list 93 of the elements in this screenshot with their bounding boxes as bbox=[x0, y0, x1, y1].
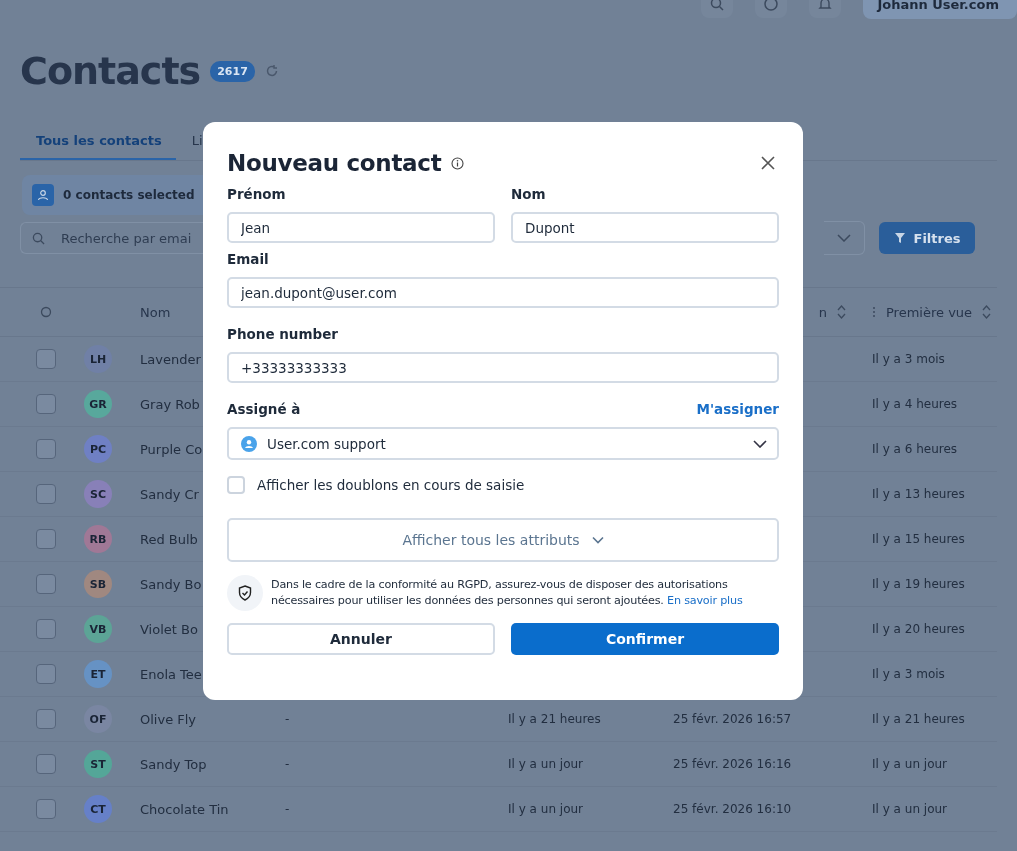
chevron-icon bbox=[753, 439, 767, 448]
field-label: Prénom bbox=[227, 186, 287, 204]
row-checkbox[interactable] bbox=[36, 664, 56, 684]
page-title: Contacts bbox=[20, 49, 201, 93]
table-cell: Violet Bo bbox=[140, 621, 198, 637]
table-cell: Il y a un jour bbox=[872, 802, 947, 816]
table-cell: Il y a un jour bbox=[508, 757, 583, 771]
avatar: PC bbox=[84, 435, 112, 463]
table-cell: Il y a 6 heures bbox=[872, 442, 958, 456]
table-cell: Sandy Bo bbox=[140, 576, 202, 592]
gdpr-notice: Dans le cadre de la conformité au RGPD, assurez-vous de disposer des autorisations nécessaires pour utiliser les données des personnes qui seront ajoutées. En savoir plus bbox=[271, 577, 744, 609]
dropdown[interactable] bbox=[824, 221, 865, 255]
shield-icon bbox=[227, 575, 263, 611]
table-cell: Gray Rob bbox=[140, 396, 200, 412]
row-checkbox[interactable] bbox=[36, 574, 56, 594]
row-checkbox[interactable] bbox=[36, 754, 56, 774]
table-cell: Red Bulb bbox=[140, 531, 198, 547]
avatar: LH bbox=[84, 345, 112, 373]
table-cell: Il y a 21 heures bbox=[508, 712, 601, 726]
info-icon[interactable] bbox=[451, 156, 465, 170]
selection-count: 0 contacts selected bbox=[63, 188, 195, 202]
table-cell: Purple Co bbox=[140, 441, 203, 457]
avatar: RB bbox=[84, 525, 112, 553]
field-label: Phone number bbox=[227, 326, 339, 344]
table-cell: 25 févr. 2026 16:10 bbox=[673, 802, 792, 816]
confirm-button[interactable]: Confirmer bbox=[511, 623, 779, 655]
close-icon[interactable] bbox=[761, 156, 775, 170]
table-cell: - bbox=[285, 712, 290, 726]
table-cell: Il y a 15 heures bbox=[872, 532, 965, 546]
table-cell: Il y a 20 heures bbox=[872, 622, 965, 636]
row-checkbox[interactable] bbox=[36, 799, 56, 819]
row-checkbox[interactable] bbox=[36, 619, 56, 639]
row-checkbox[interactable] bbox=[36, 529, 56, 549]
count-badge: 2617 bbox=[210, 60, 255, 82]
last-name-field[interactable]: Dupont bbox=[511, 212, 779, 243]
first-name-field[interactable]: Jean bbox=[227, 212, 495, 243]
search-icon bbox=[32, 232, 45, 245]
row-checkbox[interactable] bbox=[36, 439, 56, 459]
assignee-select[interactable]: User.com support bbox=[227, 427, 779, 460]
learn-more-link[interactable]: En savoir plus bbox=[667, 594, 743, 607]
avatar: OF bbox=[84, 705, 112, 733]
table-cell: 25 févr. 2026 16:16 bbox=[673, 757, 792, 771]
user-icon bbox=[241, 435, 257, 452]
table-cell: Chocolate Tin bbox=[140, 801, 229, 817]
cancel-button[interactable]: Annuler bbox=[227, 623, 495, 655]
table-cell: Il y a 13 heures bbox=[872, 487, 965, 501]
avatar: SC bbox=[84, 480, 112, 508]
refresh-icon[interactable] bbox=[264, 64, 279, 78]
filter-icon bbox=[893, 232, 906, 244]
drag-handle-icon bbox=[872, 306, 876, 318]
chevron-icon bbox=[591, 536, 604, 544]
avatar: ET bbox=[84, 660, 112, 688]
assign-me-link[interactable]: M'assigner bbox=[696, 401, 779, 417]
avatar: VB bbox=[84, 615, 112, 643]
row-checkbox[interactable] bbox=[36, 394, 56, 414]
chevron-icon bbox=[837, 234, 851, 242]
column-header[interactable]: n bbox=[818, 304, 872, 320]
sort-icon bbox=[837, 305, 846, 319]
column-header[interactable]: Première vue bbox=[872, 304, 997, 320]
checkbox-label: Afficher les doublons en cours de saisie bbox=[257, 477, 525, 493]
show-attributes-button[interactable]: Afficher tous les attributs bbox=[227, 518, 779, 562]
avatar: GR bbox=[84, 390, 112, 418]
table-cell: Il y a un jour bbox=[872, 757, 947, 771]
user-icon bbox=[32, 184, 54, 206]
field-label: Assigné à bbox=[227, 401, 301, 419]
table-cell: Sandy Top bbox=[140, 756, 207, 772]
row-checkbox[interactable] bbox=[36, 349, 56, 369]
phone-field[interactable]: +33333333333 bbox=[227, 352, 779, 383]
avatar: SB bbox=[84, 570, 112, 598]
avatar: CT bbox=[84, 795, 112, 823]
table-cell: Il y a 4 heures bbox=[872, 397, 958, 411]
dialog-title: Nouveau contact bbox=[227, 150, 442, 176]
table-cell: Il y a 3 mois bbox=[872, 667, 945, 681]
field-label: Email bbox=[227, 251, 270, 269]
table-cell: Il y a 3 mois bbox=[872, 352, 945, 366]
filter-button[interactable]: Filtres bbox=[879, 222, 975, 254]
sort-icon bbox=[982, 305, 992, 319]
table-cell: 25 févr. 2026 16:57 bbox=[673, 712, 792, 726]
table-cell: Il y a un jour bbox=[508, 802, 583, 816]
table-cell: Lavender bbox=[140, 351, 201, 367]
table-cell: - bbox=[285, 802, 290, 816]
table-cell: Sandy Cr bbox=[140, 486, 199, 502]
field-label: Nom bbox=[511, 186, 547, 204]
checkbox[interactable] bbox=[227, 476, 245, 494]
row-checkbox[interactable] bbox=[36, 709, 56, 729]
table-cell: Il y a 19 heures bbox=[872, 577, 965, 591]
avatar: ST bbox=[84, 750, 112, 778]
table-cell: Enola Tee bbox=[140, 666, 202, 682]
table-cell: Il y a 21 heures bbox=[872, 712, 965, 726]
email-field[interactable]: jean.dupont@user.com bbox=[227, 277, 779, 308]
row-checkbox[interactable] bbox=[36, 484, 56, 504]
table-cell: - bbox=[285, 757, 290, 771]
table-cell: Olive Fly bbox=[140, 711, 197, 727]
